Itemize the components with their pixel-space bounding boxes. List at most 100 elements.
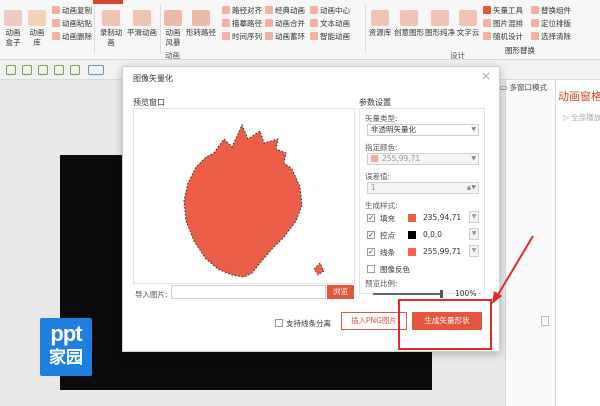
toolbar-tool-icon[interactable]	[70, 65, 80, 75]
color-swatch	[371, 155, 378, 162]
control-point-checkbox[interactable]: ✓	[367, 231, 375, 239]
ribbon-record-animation-button[interactable]: 录制动画	[97, 10, 125, 48]
animation-pane	[555, 80, 600, 406]
fill-color-swatch[interactable]	[408, 214, 416, 222]
smooth-icon	[133, 10, 151, 26]
ribbon-paste-animation-button[interactable]: 动画粘贴	[52, 19, 92, 29]
multi-window-mode[interactable]: ▭ 多窗口模式	[500, 82, 547, 93]
ribbon-image-mix-button[interactable]: 图片混排	[483, 19, 523, 29]
play-all-button[interactable]: ▷ 全部播放	[563, 112, 600, 123]
ribbon-random-design-button[interactable]: 随机设计	[483, 32, 523, 42]
toolbar-tool-icon[interactable]	[88, 65, 104, 75]
control-point-swatch[interactable]	[408, 231, 416, 239]
ribbon-label: 动画粘贴	[62, 19, 92, 28]
storm-icon	[164, 10, 182, 26]
fill-checkbox[interactable]: ✓	[367, 214, 375, 222]
toolbar-tool-icon[interactable]	[54, 65, 64, 75]
line-color-swatch[interactable]	[408, 248, 416, 256]
ribbon-label: 动画删除	[62, 32, 92, 41]
active-tab-indicator	[93, 0, 123, 4]
ribbon-position-layout-button[interactable]: 定位排版	[531, 19, 571, 29]
control-point-dropdown[interactable]: ▼	[469, 228, 479, 240]
ribbon-classic-animation-button[interactable]: 经典动画	[265, 6, 305, 16]
ribbon-vector-tools-button[interactable]: 矢量工具	[483, 6, 523, 16]
path-icon	[192, 10, 210, 26]
ribbon-shape-to-path-button[interactable]: 形转路径	[186, 10, 216, 38]
scrollbar-thumb[interactable]	[541, 316, 549, 326]
ribbon-delete-animation-button[interactable]: 动画删除	[52, 32, 92, 42]
toolbar-tool-icon[interactable]	[6, 65, 16, 75]
color-field: 255,99,71 ▼	[367, 153, 479, 165]
vector-type-label: 矢量类型:	[365, 114, 398, 123]
ribbon-shape-replace-button[interactable]: 图形替换	[505, 46, 535, 56]
ribbon-replace-component-button[interactable]: 替换组件	[531, 6, 571, 16]
ribbon-animation-library-button[interactable]: 动画库	[26, 10, 48, 48]
ribbon-timeline-button[interactable]: 时间序列	[222, 32, 262, 42]
preview-label: 预览窗口	[133, 98, 165, 107]
smart-icon	[310, 32, 318, 40]
ribbon-label: 动画中心	[320, 6, 350, 15]
toolbar-tool-icon[interactable]	[38, 65, 48, 75]
ribbon-shape-clean-button[interactable]: 图形纯净	[425, 10, 455, 38]
scale-slider-fill	[373, 293, 443, 295]
line-separate-checkbox[interactable]	[275, 319, 283, 327]
chevron-down-icon: ▼	[471, 126, 476, 133]
ribbon-label: 经典动画	[275, 6, 305, 15]
image-mix-icon	[483, 19, 491, 27]
close-icon[interactable]: ×	[481, 69, 491, 83]
ribbon-animation-box-button[interactable]: 动画盒子	[2, 10, 24, 48]
ribbon-divider	[365, 4, 366, 54]
ribbon-label: 图片混排	[493, 19, 523, 28]
scale-slider-thumb[interactable]	[440, 290, 443, 298]
ribbon-label: 定位排版	[541, 19, 571, 28]
ribbon-label: 动画盒子	[5, 28, 21, 47]
scale-slider[interactable]	[373, 290, 443, 298]
vector-type-value: 非透明矢量化	[371, 125, 416, 134]
ribbon-copy-animation-button[interactable]: 动画复制	[52, 6, 92, 16]
ribbon-loop-animation-button[interactable]: 动画蓄环	[265, 32, 305, 42]
slide-edge-area	[505, 80, 555, 406]
ribbon-animation-storm-button[interactable]: 动画风暴	[162, 10, 184, 48]
fill-dropdown[interactable]: ▼	[469, 211, 479, 223]
fill-label: 填充	[380, 214, 395, 223]
animation-box-icon	[4, 10, 22, 26]
line-checkbox[interactable]: ✓	[367, 248, 375, 256]
invert-checkbox[interactable]	[367, 265, 375, 273]
play-all-label: 全部播放	[571, 113, 600, 122]
line-dropdown[interactable]: ▼	[469, 245, 479, 257]
toolbar-tool-icon[interactable]	[22, 65, 32, 75]
ribbon-word-cloud-button[interactable]: 文字云	[456, 10, 480, 38]
import-image-input[interactable]	[171, 285, 326, 299]
ribbon-resource-library-button[interactable]: 资源库	[368, 10, 392, 38]
ribbon-label: 路径对齐	[232, 6, 262, 15]
ribbon-label: 动画合并	[275, 19, 305, 28]
strawberry-leaf-small	[313, 262, 325, 276]
vector-type-select[interactable]: 非透明矢量化 ▼	[367, 124, 479, 136]
ribbon-text-animation-button[interactable]: 文本动画	[310, 19, 350, 29]
browse-button[interactable]: 浏览	[327, 285, 354, 299]
ribbon: 动画盒子 动画库 动画复制 动画粘贴 动画删除 录制动画 平滑动画 动画风暴 形…	[0, 0, 600, 60]
fill-value: 235,94,71	[423, 213, 462, 222]
ribbon-creative-shape-button[interactable]: 创意图形	[394, 10, 424, 38]
scale-label: 预览比例:	[365, 279, 398, 288]
ribbon-label: 资源库	[368, 28, 392, 37]
ribbon-label: 动画复制	[62, 6, 92, 15]
params-label: 参数设置	[359, 98, 391, 107]
ribbon-select-clear-button[interactable]: 选择清除	[531, 32, 571, 42]
chevron-down-icon: ▼	[471, 155, 476, 162]
select-clear-icon	[531, 32, 539, 40]
color-value: 255,99,71	[382, 154, 421, 163]
ribbon-label: 矢量工具	[493, 6, 523, 15]
tolerance-stepper: 1 ▲▼	[367, 182, 479, 194]
invert-label: 图像反色	[380, 265, 410, 274]
ribbon-label: 形转路径	[186, 28, 216, 37]
ribbon-smart-animation-button[interactable]: 智能动画	[310, 32, 350, 42]
ribbon-trace-path-button[interactable]: 描摹路径	[222, 19, 262, 29]
clock-icon	[222, 32, 230, 40]
ribbon-merge-animation-button[interactable]: 动画合并	[265, 19, 305, 29]
ribbon-label: 时间序列	[232, 32, 262, 41]
ribbon-animation-center-button[interactable]: 动画中心	[310, 6, 350, 16]
color-label: 指定颜色:	[365, 143, 398, 152]
ribbon-smooth-animation-button[interactable]: 平滑动画	[127, 10, 157, 38]
ribbon-path-align-button[interactable]: 路径对齐	[222, 6, 262, 16]
